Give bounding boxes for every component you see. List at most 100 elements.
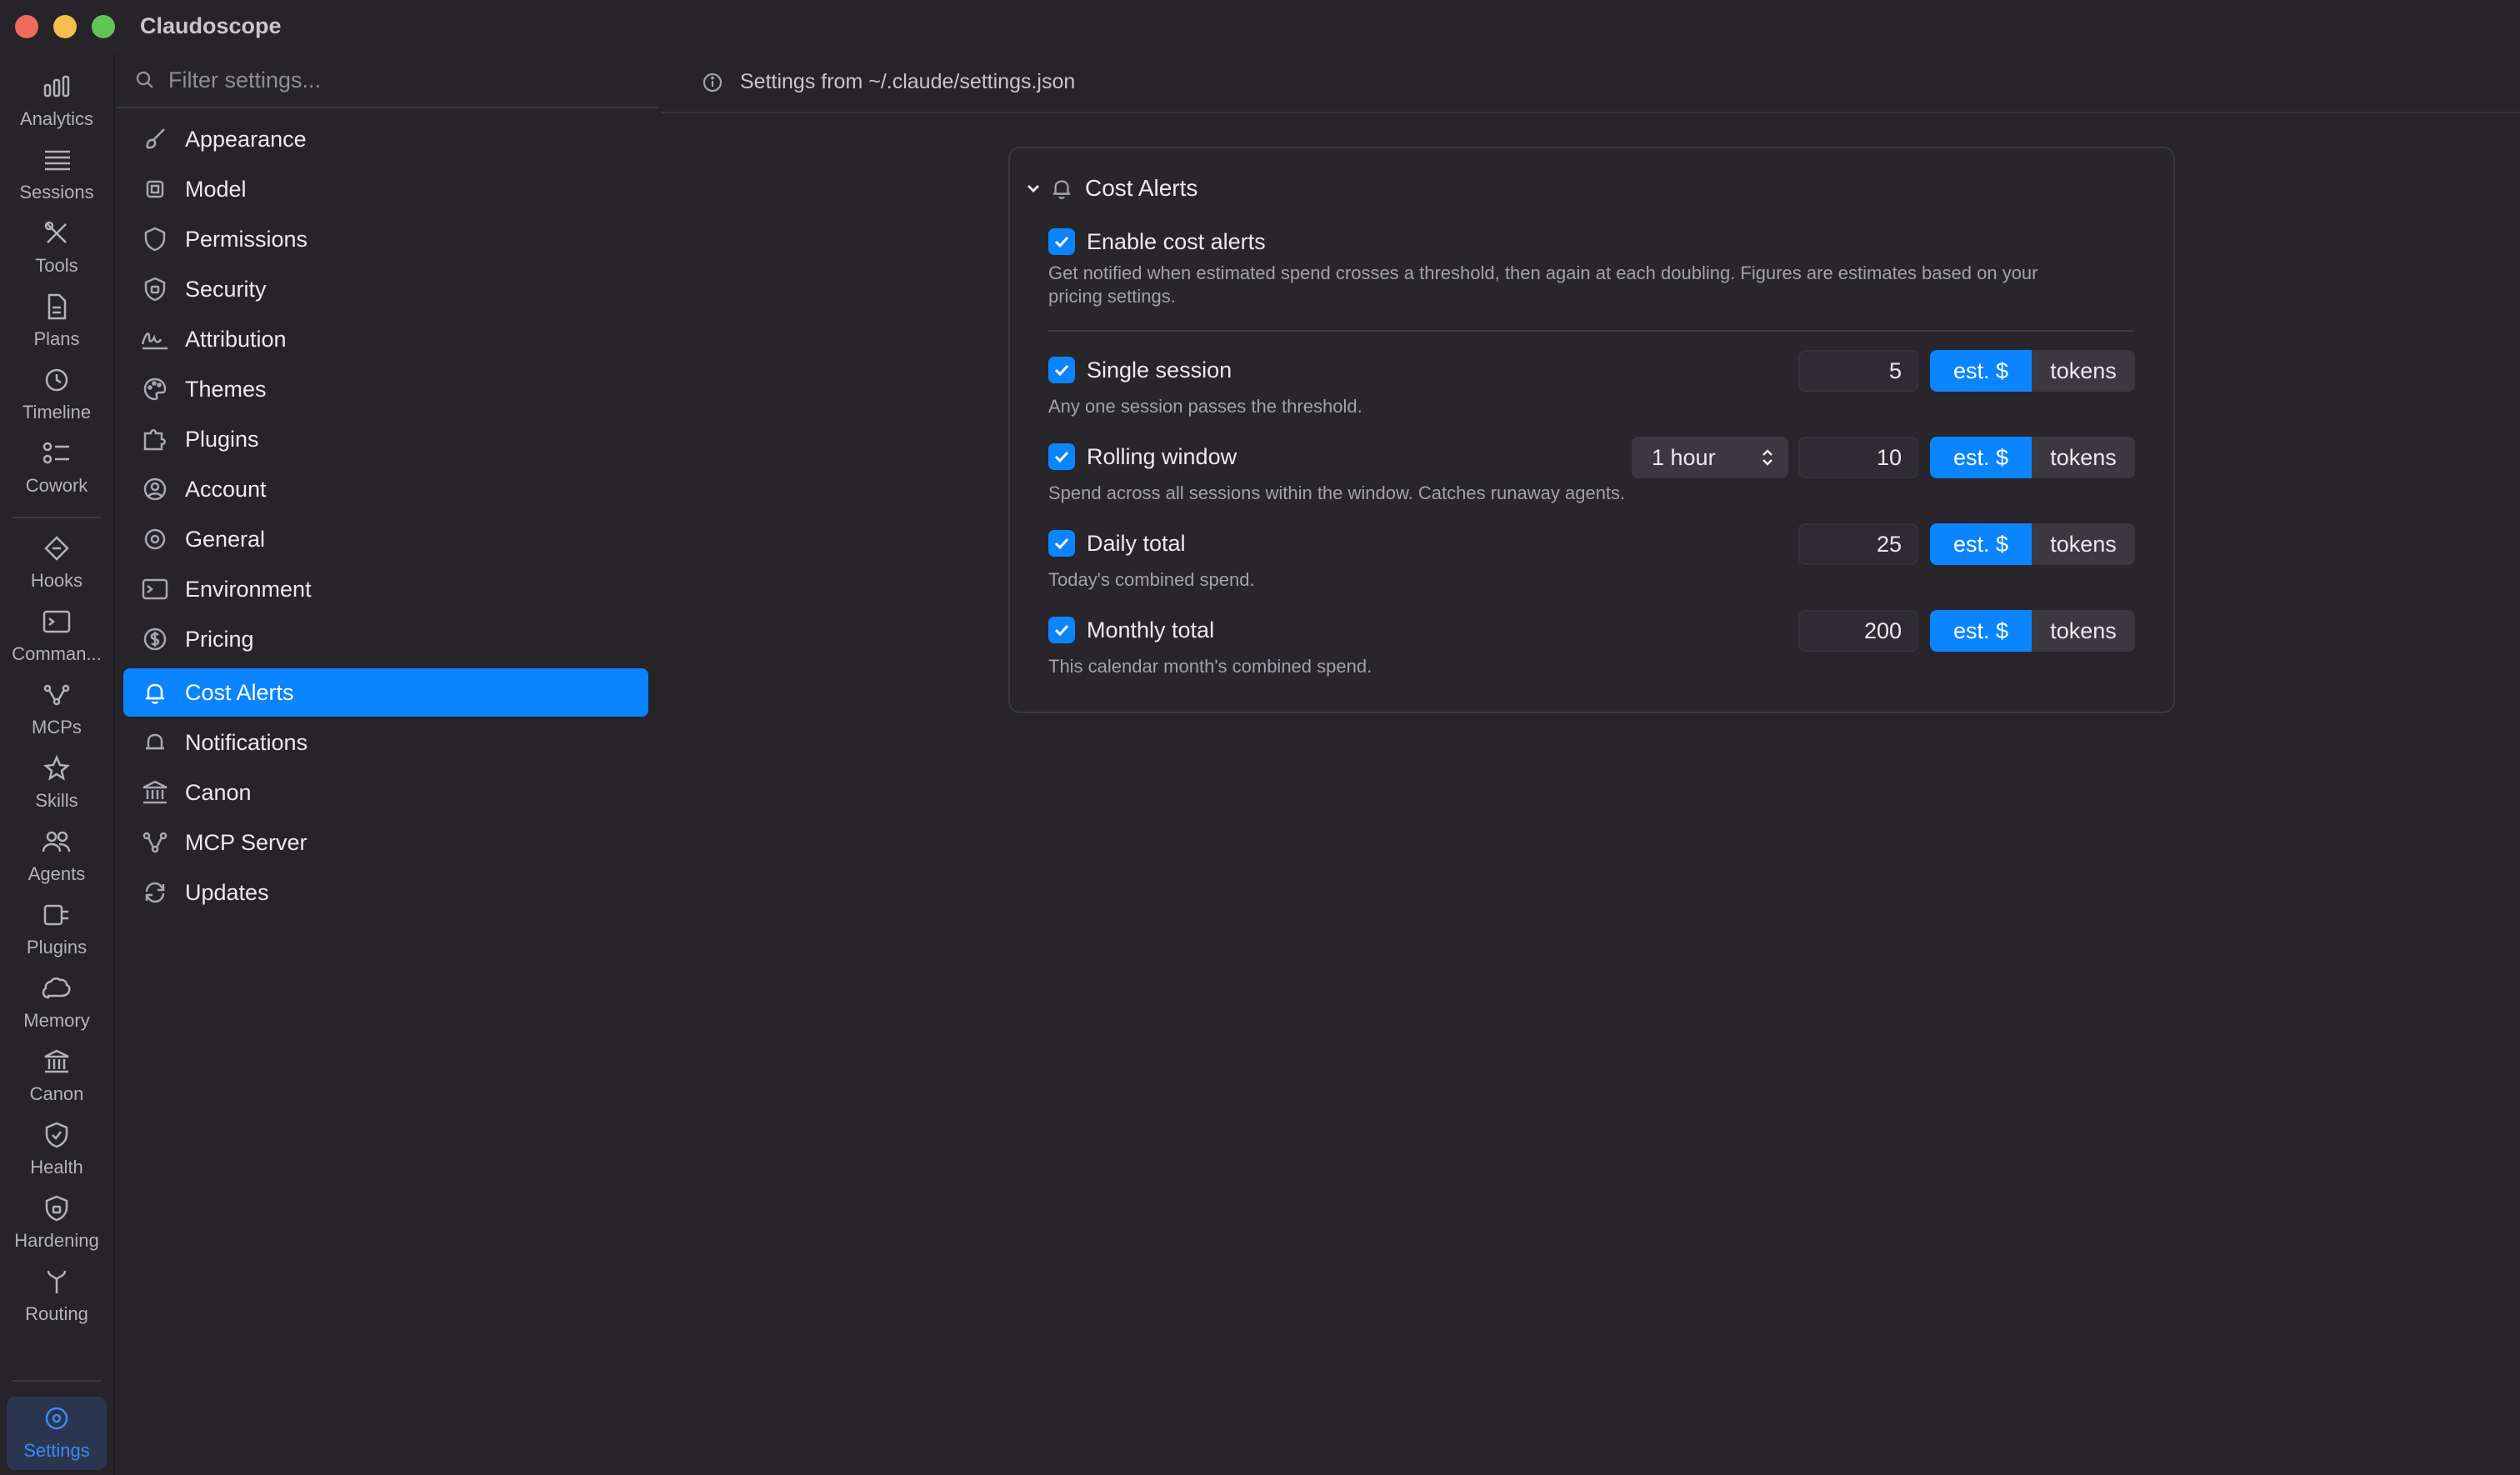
rail-item-cowork[interactable]: Cowork [0,437,113,507]
nav-label: Environment [185,576,312,602]
nav-item-mcp-server[interactable]: MCP Server [123,818,648,867]
unit-tokens-option[interactable]: tokens [2032,523,2135,565]
nav-label: MCP Server [185,829,308,855]
shield-lock-icon [138,277,172,302]
rail-item-plugins[interactable]: Plugins [0,898,113,968]
nav-item-plugins[interactable]: Plugins [123,415,648,463]
nav-item-notifications[interactable]: Notifications [123,718,648,767]
single-session-amount-input[interactable]: 5 [1798,350,1918,392]
daily-total-row: Daily total [1048,530,1186,557]
person-circle-icon [138,477,172,502]
single-session-unit-toggle: est. $ tokens [1930,350,2135,392]
rolling-window-unit-toggle: est. $ tokens [1930,437,2135,478]
nav-item-canon[interactable]: Canon [123,768,648,817]
nav-item-appearance[interactable]: Appearance [123,115,648,163]
rail-item-memory[interactable]: Memory [0,972,113,1042]
nav-item-updates[interactable]: Updates [123,868,648,917]
bar-chart-icon [42,70,71,103]
rolling-window-checkbox[interactable] [1048,443,1075,470]
nav-item-model[interactable]: Model [123,165,648,213]
monthly-total-amount-input[interactable]: 200 [1798,610,1918,652]
rail-label: Plugins [26,937,88,958]
nav-item-security[interactable]: Security [123,265,648,313]
rail-item-timeline[interactable]: Timeline [0,363,113,433]
chevron-down-icon[interactable] [1025,180,1042,197]
rail-divider [12,517,102,518]
nav-item-cost-alerts[interactable]: Cost Alerts [123,668,648,717]
rail-item-sessions[interactable]: Sessions [0,143,113,213]
rail-label: Sessions [19,182,94,202]
rail-item-settings[interactable]: Settings [7,1397,107,1470]
rail-item-mcps[interactable]: MCPs [0,678,113,748]
duration-value: 1 hour [1652,445,1716,470]
unit-tokens-option[interactable]: tokens [2032,437,2135,478]
rail-label: Plans [33,328,80,349]
document-icon [46,290,68,323]
nav-label: Attribution [185,326,287,352]
zoom-window-button[interactable] [92,15,115,38]
paintbrush-icon [138,127,172,152]
single-session-label: Single session [1087,357,1232,382]
nav-item-general[interactable]: General [123,515,648,563]
divider [1048,330,2135,332]
nav-item-attribution[interactable]: Attribution [123,315,648,363]
shield-check-icon [45,1118,68,1152]
brain-icon [42,972,72,1005]
unit-tokens-option[interactable]: tokens [2032,610,2135,652]
rail-item-plans[interactable]: Plans [0,290,113,360]
rail-item-skills[interactable]: Skills [0,752,113,822]
shield-icon [138,227,172,252]
unit-est-dollar-option[interactable]: est. $ [1930,350,2032,392]
rail-item-canon[interactable]: Canon [0,1045,113,1115]
rail-item-routing[interactable]: Routing [0,1265,113,1335]
close-window-button[interactable] [15,15,38,38]
rail-item-health[interactable]: Health [0,1118,113,1188]
search-input[interactable] [168,63,635,97]
search-bar [117,53,658,108]
nav-item-environment[interactable]: Environment [123,565,648,613]
daily-total-amount-input[interactable]: 25 [1798,523,1918,565]
enable-cost-alerts-label: Enable cost alerts [1087,228,1266,254]
chevron-up-down-icon [1760,448,1775,467]
rolling-window-duration-select[interactable]: 1 hour [1632,437,1788,478]
single-session-checkbox[interactable] [1048,357,1075,383]
nav-item-themes[interactable]: Themes [123,365,648,413]
rail-item-agents[interactable]: Agents [0,825,113,895]
rail-label: Timeline [22,402,92,422]
monthly-total-unit-toggle: est. $ tokens [1930,610,2135,652]
refresh-icon [138,880,172,905]
enable-cost-alerts-checkbox[interactable] [1048,228,1075,255]
nav-item-account[interactable]: Account [123,465,648,513]
nav-label: Updates [185,879,269,905]
rail-label: Health [30,1157,83,1178]
nav-item-pricing[interactable]: Pricing [123,615,648,663]
unit-est-dollar-option[interactable]: est. $ [1930,437,2032,478]
rolling-window-label: Rolling window [1087,443,1238,469]
unit-tokens-option[interactable]: tokens [2032,350,2135,392]
monthly-total-description: This calendar month's combined spend. [1048,656,1372,677]
rail-item-commands[interactable]: Comman... [0,605,113,675]
rail-item-analytics[interactable]: Analytics [0,70,113,140]
daily-total-checkbox[interactable] [1048,530,1075,557]
card-header[interactable]: Cost Alerts [1025,173,1198,203]
unit-est-dollar-option[interactable]: est. $ [1930,610,2032,652]
checklist-icon [42,437,71,470]
rolling-window-amount-input[interactable]: 10 [1798,437,1918,478]
bell-alert-icon [1050,177,1073,200]
rail-label: Routing [25,1303,88,1324]
nav-label: General [185,526,266,552]
nav-label: Cost Alerts [185,679,294,705]
description-line: pricing settings. [1048,286,1176,307]
minimize-window-button[interactable] [53,15,77,38]
unit-est-dollar-option[interactable]: est. $ [1930,523,2032,565]
rail-item-hooks[interactable]: Hooks [0,532,113,602]
monthly-total-checkbox[interactable] [1048,617,1075,643]
nav-label: Permissions [185,226,308,252]
nav-item-permissions[interactable]: Permissions [123,215,648,263]
rail-item-hardening[interactable]: Hardening [0,1192,113,1262]
nav-label: Plugins [185,426,259,452]
left-rail: Analytics Sessions Tools Plans Timeline … [0,53,115,1475]
rail-item-tools[interactable]: Tools [0,217,113,287]
rail-label: Tools [35,255,78,276]
rail-label: Agents [28,863,86,884]
